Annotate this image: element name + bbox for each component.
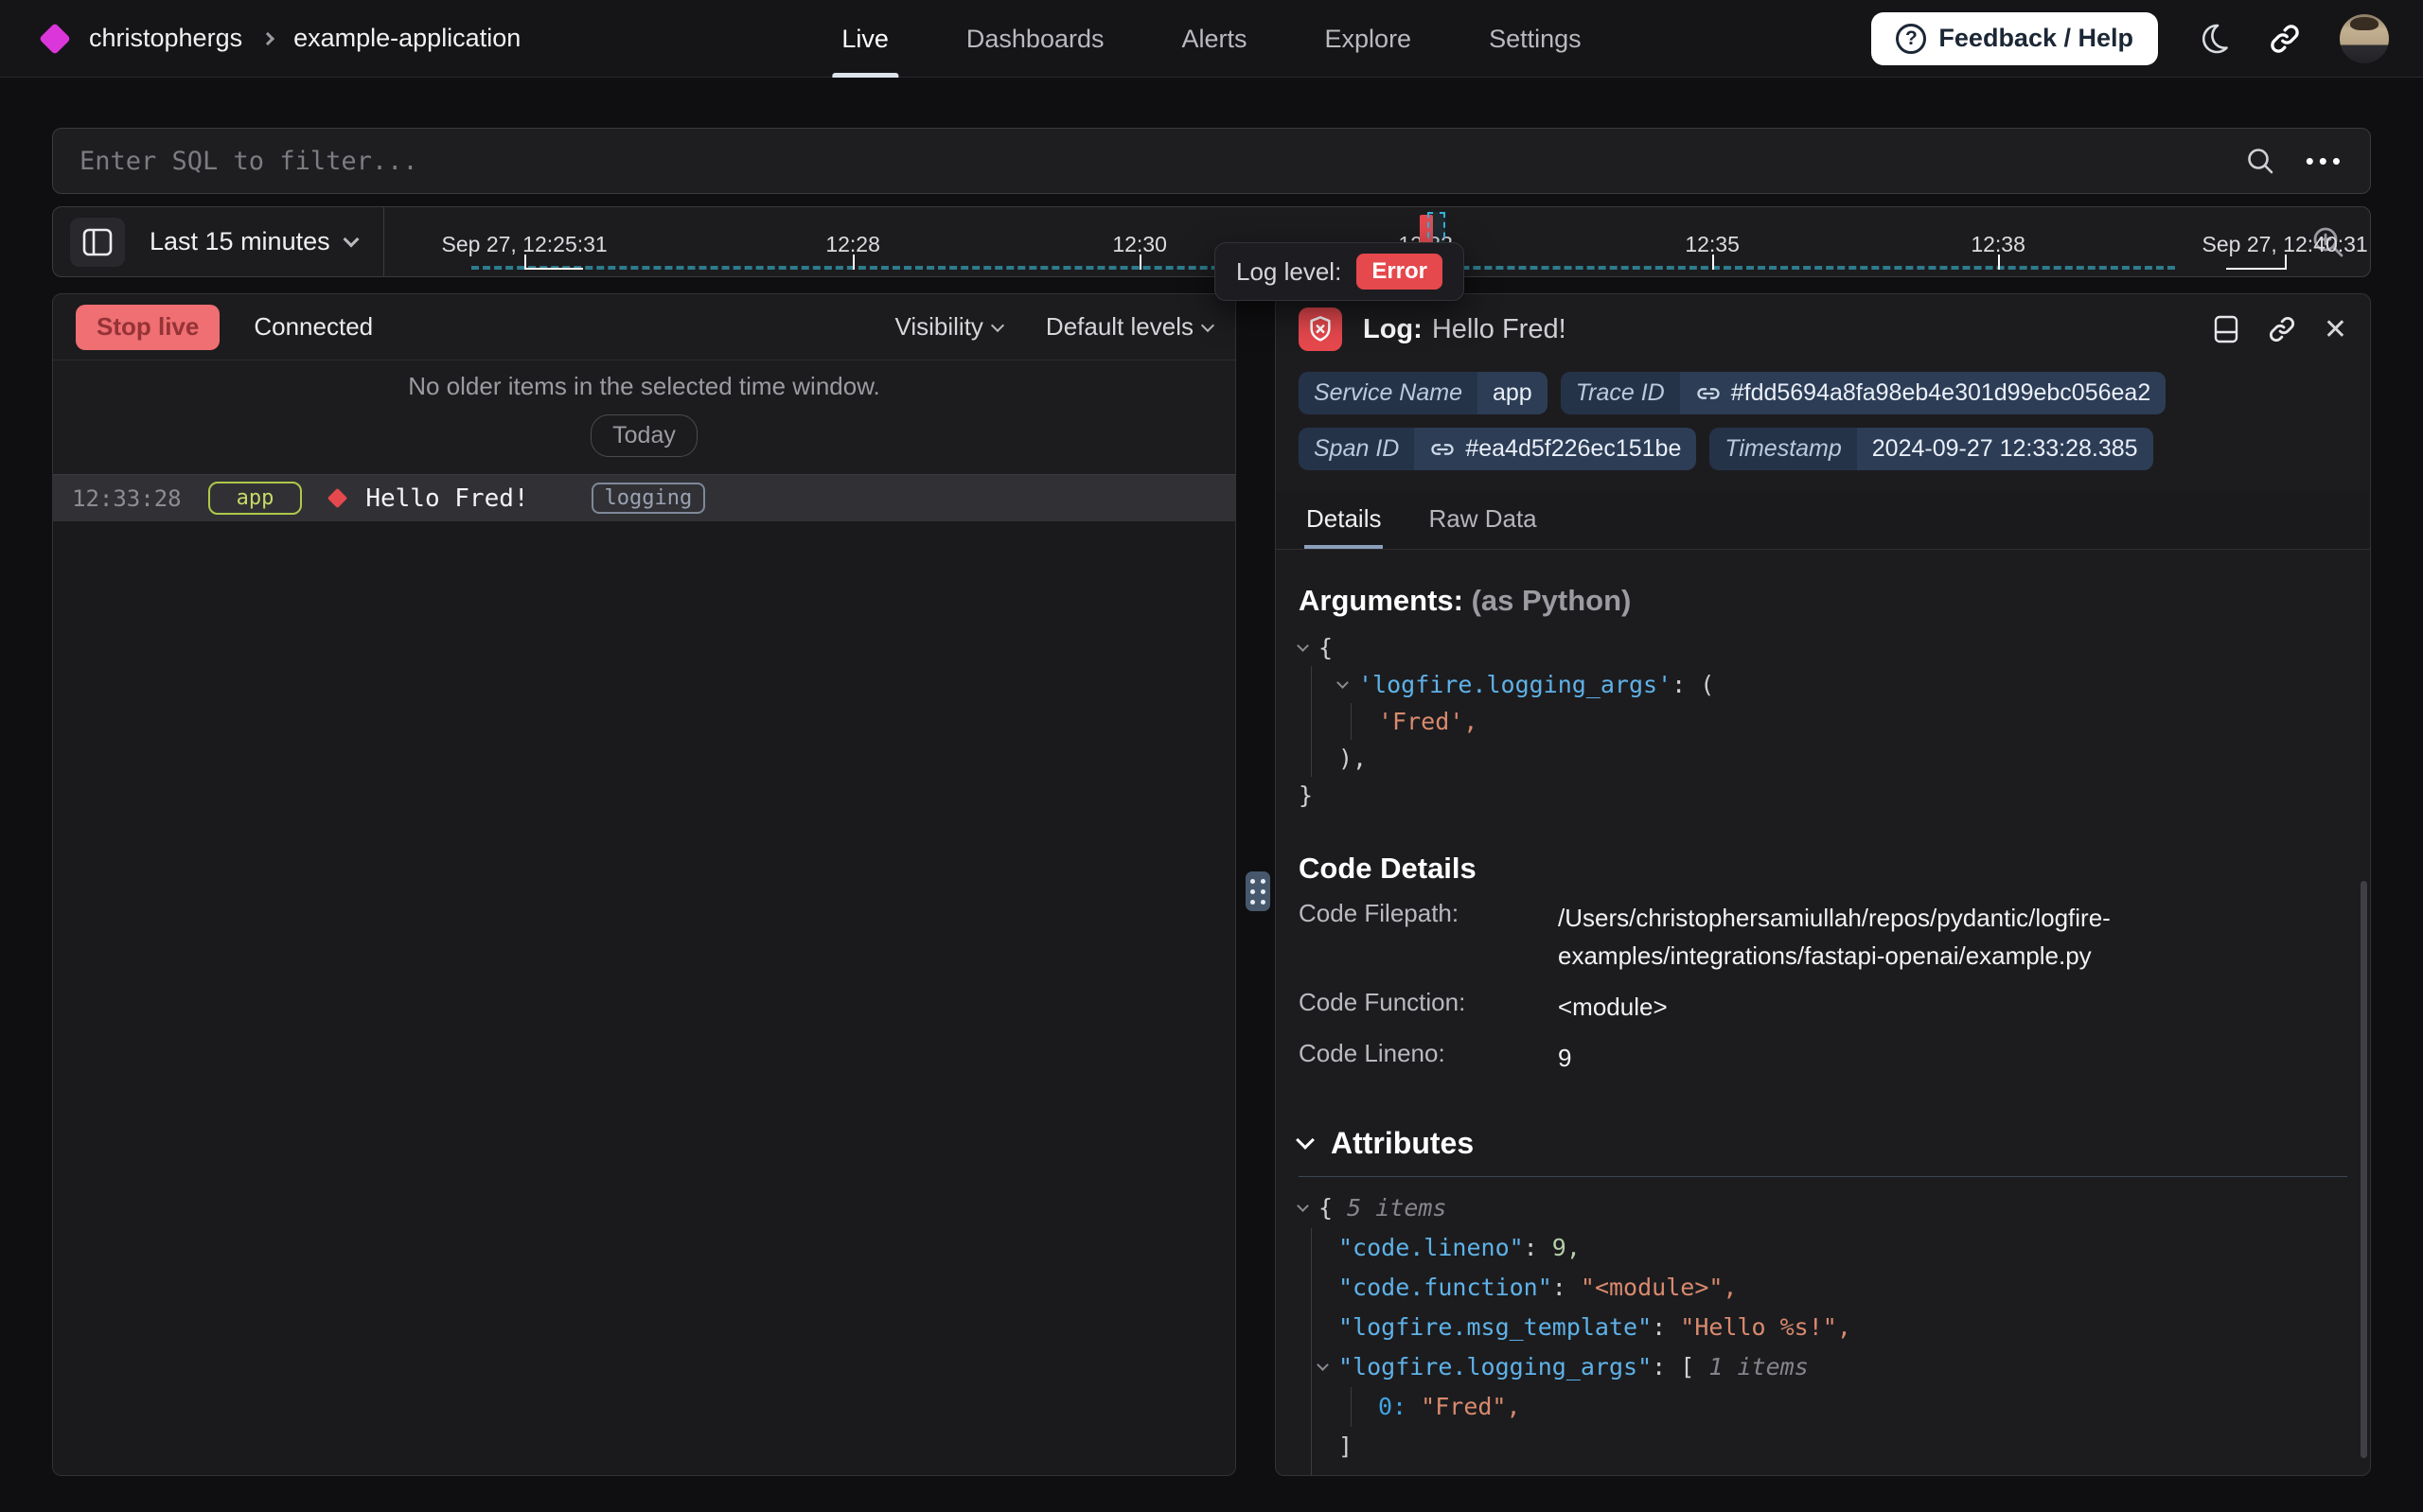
tab-settings[interactable]: Settings: [1489, 0, 1582, 78]
breadcrumb-separator-icon: [261, 31, 274, 44]
tab-raw-data[interactable]: Raw Data: [1426, 491, 1538, 549]
live-feed-header: Stop live Connected Visibility Default l…: [53, 294, 1235, 360]
breadcrumb-project[interactable]: example-application: [293, 24, 521, 53]
detail-tabs: Details Raw Data: [1276, 491, 2370, 550]
tooltip-label: Log level:: [1236, 257, 1341, 287]
live-feed-empty-area: [53, 521, 1235, 1475]
timeline-tick-label: 12:35: [1685, 232, 1740, 257]
copy-link-icon[interactable]: [2267, 314, 2297, 344]
span-id-badge[interactable]: Span ID #ea4d5f226ec151be: [1299, 428, 1696, 470]
logfire-logo-icon[interactable]: [39, 23, 71, 55]
feedback-help-button[interactable]: ? Feedback / Help: [1871, 12, 2158, 65]
help-icon: ?: [1896, 24, 1926, 54]
sql-filter-input[interactable]: [78, 146, 2243, 177]
chevron-down-icon: [1296, 1131, 1315, 1150]
detail-badges: Service Name app Trace ID #fdd5694a8fa98…: [1299, 372, 2347, 470]
top-nav: christophergs example-application Live D…: [0, 0, 2423, 78]
tab-dashboards[interactable]: Dashboards: [966, 0, 1105, 78]
log-level-tooltip: Log level: Error: [1214, 242, 1464, 301]
timeline-end-label: Sep 27, 12:40:31: [2202, 232, 2368, 257]
nav-right-controls: ? Feedback / Help: [1871, 12, 2389, 65]
visibility-dropdown[interactable]: Visibility: [894, 312, 1001, 342]
close-icon[interactable]: ✕: [2324, 313, 2347, 346]
timeline-tick-label: 12:38: [1971, 232, 2025, 257]
log-row-message: Hello Fred!: [365, 484, 528, 513]
timeline-tick-label: 12:28: [825, 232, 880, 257]
share-link-icon[interactable]: [2268, 22, 2302, 56]
tab-explore[interactable]: Explore: [1325, 0, 1412, 78]
today-button[interactable]: Today: [591, 414, 698, 457]
time-range-selector[interactable]: Last 15 minutes: [150, 227, 357, 256]
error-shield-icon: [1299, 308, 1342, 351]
timeline-tick-label: 12:30: [1112, 232, 1167, 257]
panel-resize-handle[interactable]: [1246, 871, 1270, 911]
error-diamond-icon: [327, 488, 347, 508]
empty-window-message: No older items in the selected time wind…: [53, 360, 1235, 401]
collapse-icon[interactable]: [1297, 1200, 1309, 1212]
code-filepath-row: Code Filepath: /Users/christophersamiull…: [1299, 899, 2347, 975]
code-function-row: Code Function: <module>: [1299, 988, 2347, 1026]
logfire-live-view: christophergs example-application Live D…: [0, 0, 2423, 1512]
link-icon: [1695, 380, 1722, 407]
chevron-down-icon: [1201, 318, 1214, 331]
user-avatar[interactable]: [2340, 14, 2389, 63]
service-name-badge: Service Name app: [1299, 372, 1548, 414]
log-row-time: 12:33:28: [72, 485, 182, 512]
tab-alerts[interactable]: Alerts: [1181, 0, 1247, 78]
code-lineno-row: Code Lineno: 9: [1299, 1039, 2347, 1077]
tab-live[interactable]: Live: [841, 0, 889, 78]
timestamp-badge: Timestamp 2024-09-27 12:33:28.385: [1709, 428, 2152, 470]
nav-tabs: Live Dashboards Alerts Explore Settings: [841, 0, 1581, 78]
collapse-icon[interactable]: [1317, 1359, 1329, 1371]
log-detail-panel: Log:Hello Fred! ✕ Service Name app: [1275, 293, 2371, 1476]
detail-title: Log:Hello Fred!: [1363, 314, 1566, 345]
divider: [1299, 1176, 2347, 1177]
link-icon: [1429, 436, 1456, 463]
service-tag[interactable]: app: [208, 482, 303, 515]
trace-id-badge[interactable]: Trace ID #fdd5694a8fa98eb4e301d99ebc056e…: [1561, 372, 2167, 414]
timeline-start-label: Sep 27, 12:25:31: [442, 232, 608, 257]
breadcrumb: christophergs example-application: [89, 24, 521, 53]
connection-status: Connected: [254, 312, 373, 342]
attributes-code: { 5 items "code.lineno": 9, "code.functi…: [1299, 1188, 2347, 1476]
time-range-bar: Last 15 minutes Sep 27, 12:25:31 12:28 1…: [52, 206, 2371, 277]
sidebar-toggle-icon[interactable]: [70, 218, 125, 267]
tab-details[interactable]: Details: [1304, 491, 1383, 549]
search-icon[interactable]: [2243, 144, 2277, 178]
collapse-icon[interactable]: [1336, 677, 1349, 689]
scope-tag[interactable]: logging: [592, 483, 706, 514]
collapse-icon[interactable]: [1297, 640, 1309, 652]
sql-filter-bar: •••: [52, 128, 2371, 194]
log-row[interactable]: 12:33:28 app Hello Fred! logging: [53, 474, 1235, 521]
theme-toggle-moon-icon[interactable]: [2196, 22, 2230, 56]
live-feed-panel: Stop live Connected Visibility Default l…: [52, 293, 1236, 1476]
scrollbar[interactable]: [2361, 881, 2367, 1458]
detail-header: Log:Hello Fred! ✕: [1299, 308, 2347, 351]
chevron-down-icon: [991, 318, 1004, 331]
filter-more-options-icon[interactable]: •••: [2306, 147, 2345, 176]
arguments-heading: Arguments: (as Python): [1299, 584, 2347, 618]
chevron-down-icon: [343, 231, 359, 247]
dock-panel-icon[interactable]: [2212, 314, 2240, 344]
error-level-badge: Error: [1356, 254, 1442, 290]
code-details-heading: Code Details: [1299, 852, 2347, 886]
attributes-heading[interactable]: Attributes: [1299, 1126, 2347, 1161]
arguments-code: { 'logfire.logging_args': ( 'Fred', ), }: [1299, 629, 2347, 814]
stop-live-button[interactable]: Stop live: [76, 305, 220, 350]
default-levels-dropdown[interactable]: Default levels: [1046, 312, 1212, 342]
breadcrumb-org[interactable]: christophergs: [89, 24, 242, 53]
